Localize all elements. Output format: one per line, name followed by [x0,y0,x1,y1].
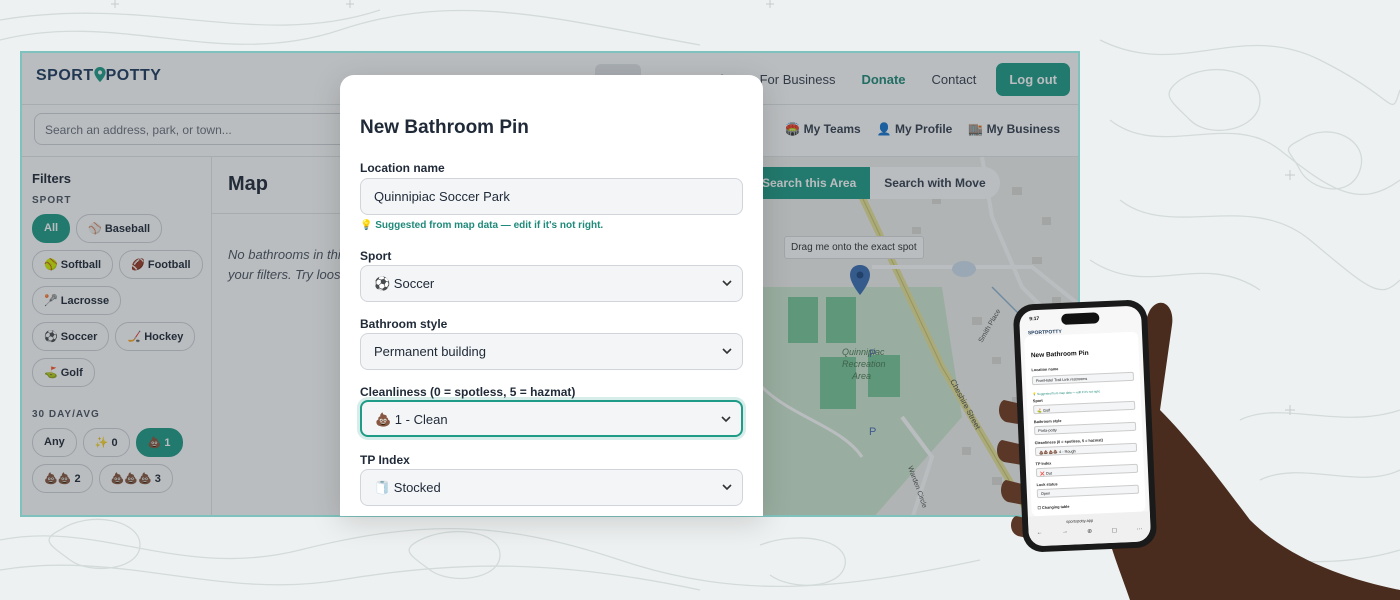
sport-select-value: ⚽ Soccer [374,276,435,291]
cleanliness-label: Cleanliness (0 = spotless, 5 = hazmat) [360,385,576,399]
chevron-down-icon [722,348,732,355]
back-icon[interactable]: ← [1036,530,1042,537]
phone-lock-label: Lock status [1036,482,1058,488]
location-label: Location name [360,161,445,175]
phone-browser-bar: sportspotty.app ← → ⊕ ▢ ⋯ [1027,511,1152,547]
phone-location-input[interactable]: Five/Hotel Trail Link restrooms [1031,371,1135,386]
phone-time: 9:17 [1029,315,1040,323]
phone-lock-select[interactable]: Open [1036,484,1140,499]
phone-tp-label: TP Index [1035,461,1052,467]
chevron-down-icon [722,280,732,287]
cleanliness-select-value: 💩 1 - Clean [375,412,448,427]
phone-screen: 9:17 SPORTPOTTY New Bathroom Pin Locatio… [1018,305,1152,547]
tabs-icon[interactable]: ▢ [1111,527,1117,534]
location-name-input[interactable]: Quinnipiac Soccer Park [360,178,743,215]
chevron-down-icon [722,484,732,491]
modal-title: New Bathroom Pin [360,117,529,138]
sport-select[interactable]: ⚽ Soccer [360,265,743,302]
phone-sport-select[interactable]: ⛳ Golf [1033,400,1136,415]
phone-url[interactable]: sportspotty.app [1066,518,1093,524]
sport-label: Sport [360,249,392,263]
phone-hint: 💡 Suggested from map data — edit if it's… [1032,389,1101,397]
forward-icon[interactable]: → [1062,529,1068,536]
phone-tp-select[interactable]: ❌ Out [1035,463,1139,478]
phone-modal: New Bathroom Pin Location name Five/Hote… [1024,331,1146,517]
phone-style-label: Bathroom style [1033,419,1062,425]
cleanliness-select[interactable]: 💩 1 - Clean [360,400,743,437]
phone-changing-table-label: Changing table [1041,504,1070,510]
tp-select-value: 🧻 Stocked [374,480,441,495]
phone-clean-select[interactable]: 💩💩💩💩 4 - Rough [1034,442,1138,457]
phone-notch [1061,312,1100,325]
bathroom-style-select[interactable]: Permanent building [360,333,743,370]
phone-location-label: Location name [1031,367,1059,373]
tp-index-select[interactable]: 🧻 Stocked [360,469,743,506]
style-select-value: Permanent building [374,344,487,359]
phone-toolbar: ← → ⊕ ▢ ⋯ [1036,526,1142,538]
more-icon[interactable]: ⋯ [1136,526,1142,533]
chevron-down-icon [721,416,731,423]
suggestion-hint: 💡 Suggested from map data — edit if it's… [360,220,604,231]
phone-mockup: 9:17 SPORTPOTTY New Bathroom Pin Locatio… [1012,299,1158,553]
new-pin-modal: New Bathroom Pin Location name Quinnipia… [340,75,763,516]
phone-modal-title: New Bathroom Pin [1030,349,1089,360]
style-label: Bathroom style [360,317,448,331]
phone-sport-label: Sport [1032,398,1043,404]
phone-style-select[interactable]: Porta-potty [1033,421,1137,436]
phone-changing-table[interactable]: ☐ Changing table [1037,504,1069,510]
tp-label: TP Index [360,453,410,467]
add-icon[interactable]: ⊕ [1087,528,1092,535]
